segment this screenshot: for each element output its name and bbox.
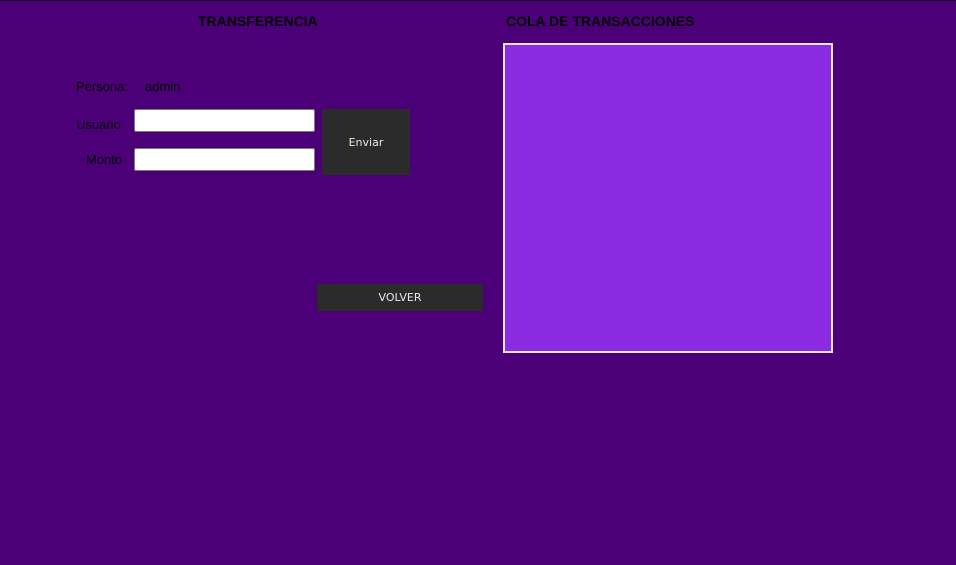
usuario-input[interactable] xyxy=(134,109,315,132)
usuario-label: Usuario xyxy=(76,117,121,132)
transaction-queue-list[interactable] xyxy=(503,43,833,353)
persona-label: Persona: xyxy=(76,79,129,94)
top-divider xyxy=(0,0,956,1)
monto-label: Monto xyxy=(86,152,123,167)
queue-title: COLA DE TRANSACCIONES xyxy=(506,13,695,29)
persona-value: admin xyxy=(145,79,181,94)
send-button[interactable]: Enviar xyxy=(322,109,410,175)
back-button[interactable]: VOLVER xyxy=(317,284,483,311)
monto-input[interactable] xyxy=(134,148,315,171)
transfer-title: TRANSFERENCIA xyxy=(198,13,318,29)
